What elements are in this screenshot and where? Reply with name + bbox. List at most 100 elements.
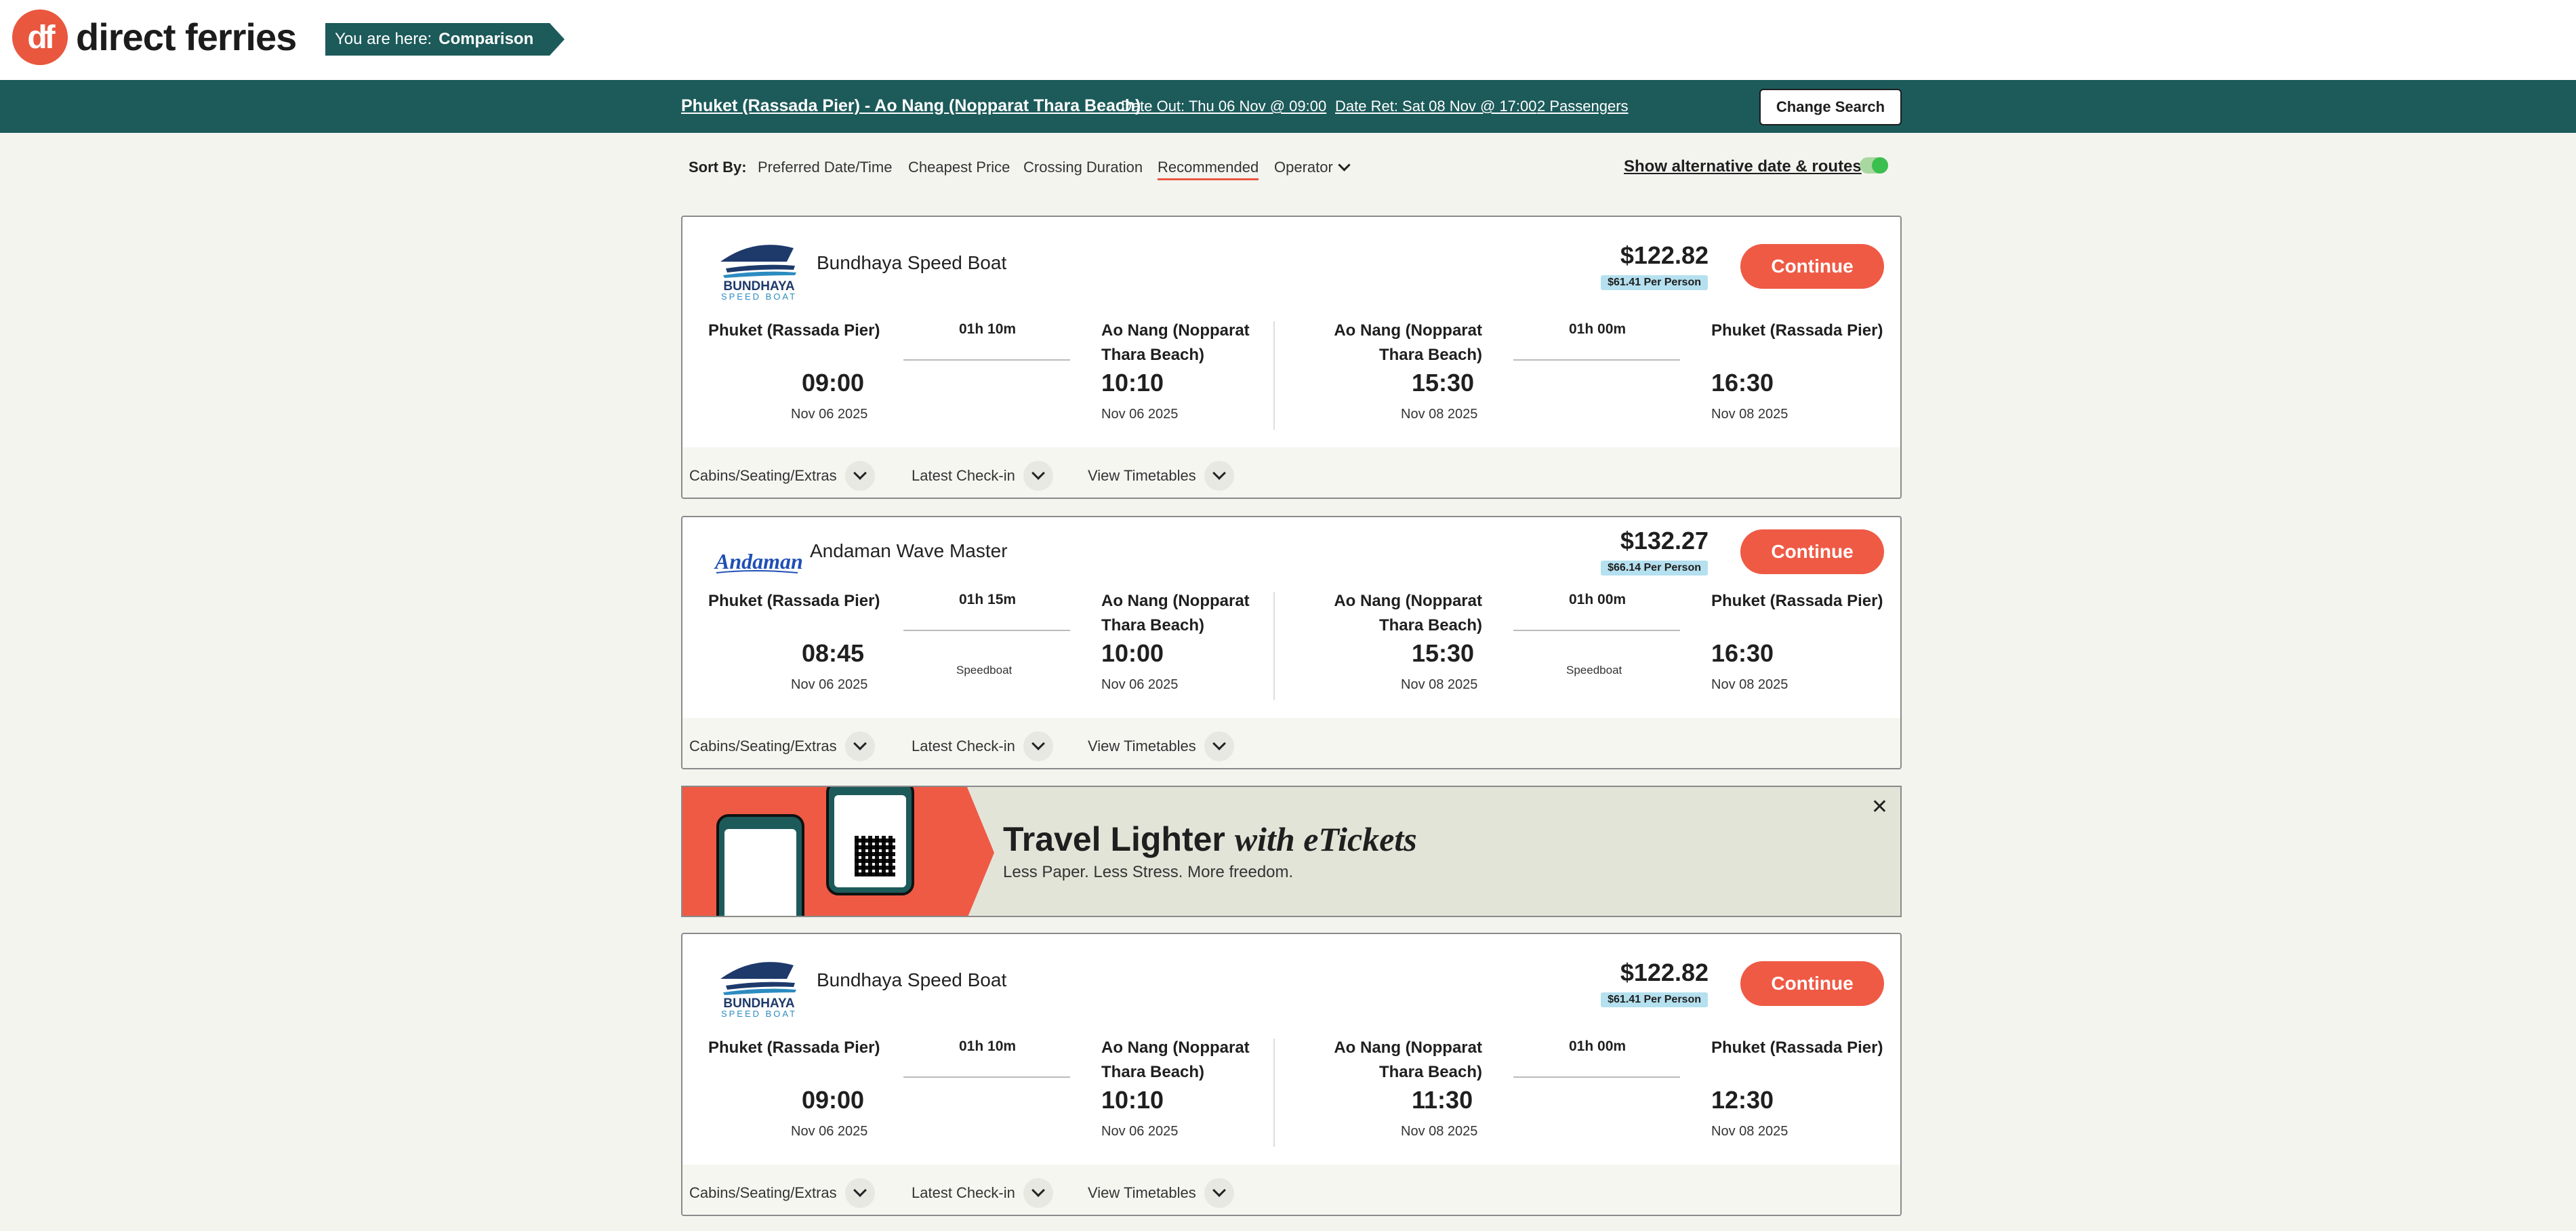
chevron-down-icon [1023, 731, 1053, 761]
promo-headline: Travel Lighter with eTickets [1003, 820, 1417, 859]
departure-port: Ao Nang (Nopparat Thara Beach) [1334, 321, 1482, 364]
promo-headline-main: Travel Lighter [1003, 820, 1225, 858]
departure-port: Ao Nang (Nopparat Thara Beach) [1334, 592, 1482, 634]
departure-time: 15:30 [1412, 639, 1475, 667]
departure-time: 15:30 [1412, 369, 1475, 397]
chevron-down-icon [1023, 1178, 1053, 1208]
date-out-link[interactable]: Date Out: Thu 06 Nov @ 09:00 [1121, 98, 1326, 115]
cabins-extras-toggle[interactable]: Cabins/Seating/Extras [689, 731, 875, 761]
departure-date: Nov 08 2025 [1401, 1124, 1478, 1139]
latest-checkin-toggle[interactable]: Latest Check-in [912, 731, 1053, 761]
sort-operator[interactable]: Operator [1274, 159, 1351, 176]
footer-label: View Timetables [1088, 738, 1196, 754]
sort-crossing-duration[interactable]: Crossing Duration [1023, 159, 1143, 176]
card-footer: Cabins/Seating/Extras Latest Check-in View… [682, 718, 1900, 768]
sort-cheapest-price[interactable]: Cheapest Price [908, 159, 1010, 176]
duration-line [903, 359, 1070, 361]
crossing-duration: 01h 00m [1569, 321, 1627, 337]
arrival-port: Phuket (Rassada Pier) [1711, 1038, 1883, 1057]
latest-checkin-toggle[interactable]: Latest Check-in [912, 1178, 1053, 1208]
arrival-time: 16:30 [1711, 369, 1774, 397]
arrival-date: Nov 06 2025 [1101, 1124, 1179, 1139]
latest-checkin-toggle[interactable]: Latest Check-in [912, 461, 1053, 491]
footer-label: View Timetables [1088, 1184, 1196, 1201]
site-header: df direct ferries You are here: Comparis… [0, 0, 2576, 80]
arrival-port: Phuket (Rassada Pier) [1711, 321, 1883, 340]
alt-routes-label[interactable]: Show alternative date & routes [1624, 157, 1862, 176]
crossing-duration: 01h 10m [959, 321, 1017, 337]
chevron-down-icon [1338, 159, 1351, 171]
duration-line [1513, 1076, 1680, 1078]
breadcrumb-current: Comparison [438, 30, 534, 48]
result-card: BUNDHAYA SPEED BOAT Bundhaya Speed Boat $12… [681, 933, 1902, 1216]
sort-recommended[interactable]: Recommended [1158, 159, 1259, 180]
arrival-time: 10:00 [1101, 639, 1164, 667]
leg-divider [1273, 1038, 1275, 1147]
promo-subtitle: Less Paper. Less Stress. More freedom. [1003, 863, 1294, 881]
leg-divider [1273, 592, 1275, 700]
footer-label: Cabins/Seating/Extras [689, 738, 837, 754]
footer-label: View Timetables [1088, 467, 1196, 484]
arrival-port: Phuket (Rassada Pier) [1711, 592, 1883, 610]
vessel-type: Speedboat [1566, 664, 1622, 677]
footer-label: Latest Check-in [912, 738, 1015, 754]
close-icon[interactable]: ✕ [1871, 795, 1888, 819]
arrival-date: Nov 06 2025 [1101, 677, 1179, 692]
view-timetables-toggle[interactable]: View Timetables [1088, 731, 1234, 761]
crossing-duration: 01h 00m [1569, 1038, 1627, 1054]
view-timetables-toggle[interactable]: View Timetables [1088, 1178, 1234, 1208]
departure-port: Phuket (Rassada Pier) [708, 1038, 880, 1057]
sort-preferred-date[interactable]: Preferred Date/Time [758, 159, 892, 176]
duration-line [903, 1076, 1070, 1078]
date-ret-link[interactable]: Date Ret: Sat 08 Nov @ 17:00 [1335, 98, 1537, 115]
departure-port: Phuket (Rassada Pier) [708, 592, 880, 610]
duration-line [1513, 630, 1680, 631]
passengers-link[interactable]: 2 Passengers [1537, 98, 1629, 115]
cabins-extras-toggle[interactable]: Cabins/Seating/Extras [689, 461, 875, 491]
arrival-port: Ao Nang (Nopparat Thara Beach) [1101, 1038, 1250, 1081]
arrival-port: Ao Nang (Nopparat Thara Beach) [1101, 592, 1250, 634]
departure-port: Phuket (Rassada Pier) [708, 321, 880, 340]
vessel-type: Speedboat [956, 664, 1013, 677]
duration-line [1513, 359, 1680, 361]
sort-operator-label: Operator [1274, 159, 1333, 176]
chevron-down-icon [844, 1178, 875, 1208]
phone-illustration-left [716, 814, 804, 916]
departure-date: Nov 08 2025 [1401, 407, 1478, 422]
result-card: BUNDHAYA SPEED BOAT Bundhaya Speed Boat $12… [681, 216, 1902, 499]
departure-time: 09:00 [802, 369, 865, 397]
search-summary-bar: Phuket (Rassada Pier) - Ao Nang (Noppara… [0, 80, 2576, 133]
alt-routes-toggle[interactable] [1860, 157, 1888, 174]
card-footer: Cabins/Seating/Extras Latest Check-in View… [682, 1165, 1900, 1215]
phone-illustration-qr [826, 787, 914, 895]
departure-date: Nov 06 2025 [791, 407, 868, 422]
promo-headline-em: with eTickets [1234, 820, 1417, 858]
route-link[interactable]: Phuket (Rassada Pier) - Ao Nang (Noppara… [681, 96, 1141, 116]
brand-name[interactable]: direct ferries [76, 15, 297, 59]
departure-time: 08:45 [802, 639, 865, 667]
cabins-extras-toggle[interactable]: Cabins/Seating/Extras [689, 1178, 875, 1208]
footer-label: Cabins/Seating/Extras [689, 1184, 837, 1201]
brand-logo-mark[interactable]: df [12, 9, 68, 65]
arrival-time: 10:10 [1101, 1086, 1164, 1114]
etickets-promo-banner: Travel Lighter with eTickets Less Paper.… [681, 786, 1902, 917]
card-footer: Cabins/Seating/Extras Latest Check-in View… [682, 447, 1900, 498]
chevron-down-icon [1204, 731, 1234, 761]
arrival-date: Nov 08 2025 [1711, 677, 1788, 692]
change-search-button[interactable]: Change Search [1759, 89, 1902, 125]
view-timetables-toggle[interactable]: View Timetables [1088, 461, 1234, 491]
breadcrumb: You are here: Comparison [325, 23, 565, 56]
departure-date: Nov 06 2025 [791, 677, 868, 692]
chevron-down-icon [1204, 461, 1234, 491]
arrival-date: Nov 06 2025 [1101, 407, 1179, 422]
arrival-port: Ao Nang (Nopparat Thara Beach) [1101, 321, 1250, 364]
footer-label: Cabins/Seating/Extras [689, 467, 837, 484]
leg-divider [1273, 321, 1275, 430]
breadcrumb-prefix: You are here: [335, 30, 432, 48]
crossing-duration: 01h 15m [959, 592, 1017, 607]
chevron-down-icon [1023, 461, 1053, 491]
crossing-duration: 01h 10m [959, 1038, 1017, 1054]
duration-line [903, 630, 1070, 631]
promo-orange-tip [967, 787, 994, 916]
arrival-time: 10:10 [1101, 369, 1164, 397]
